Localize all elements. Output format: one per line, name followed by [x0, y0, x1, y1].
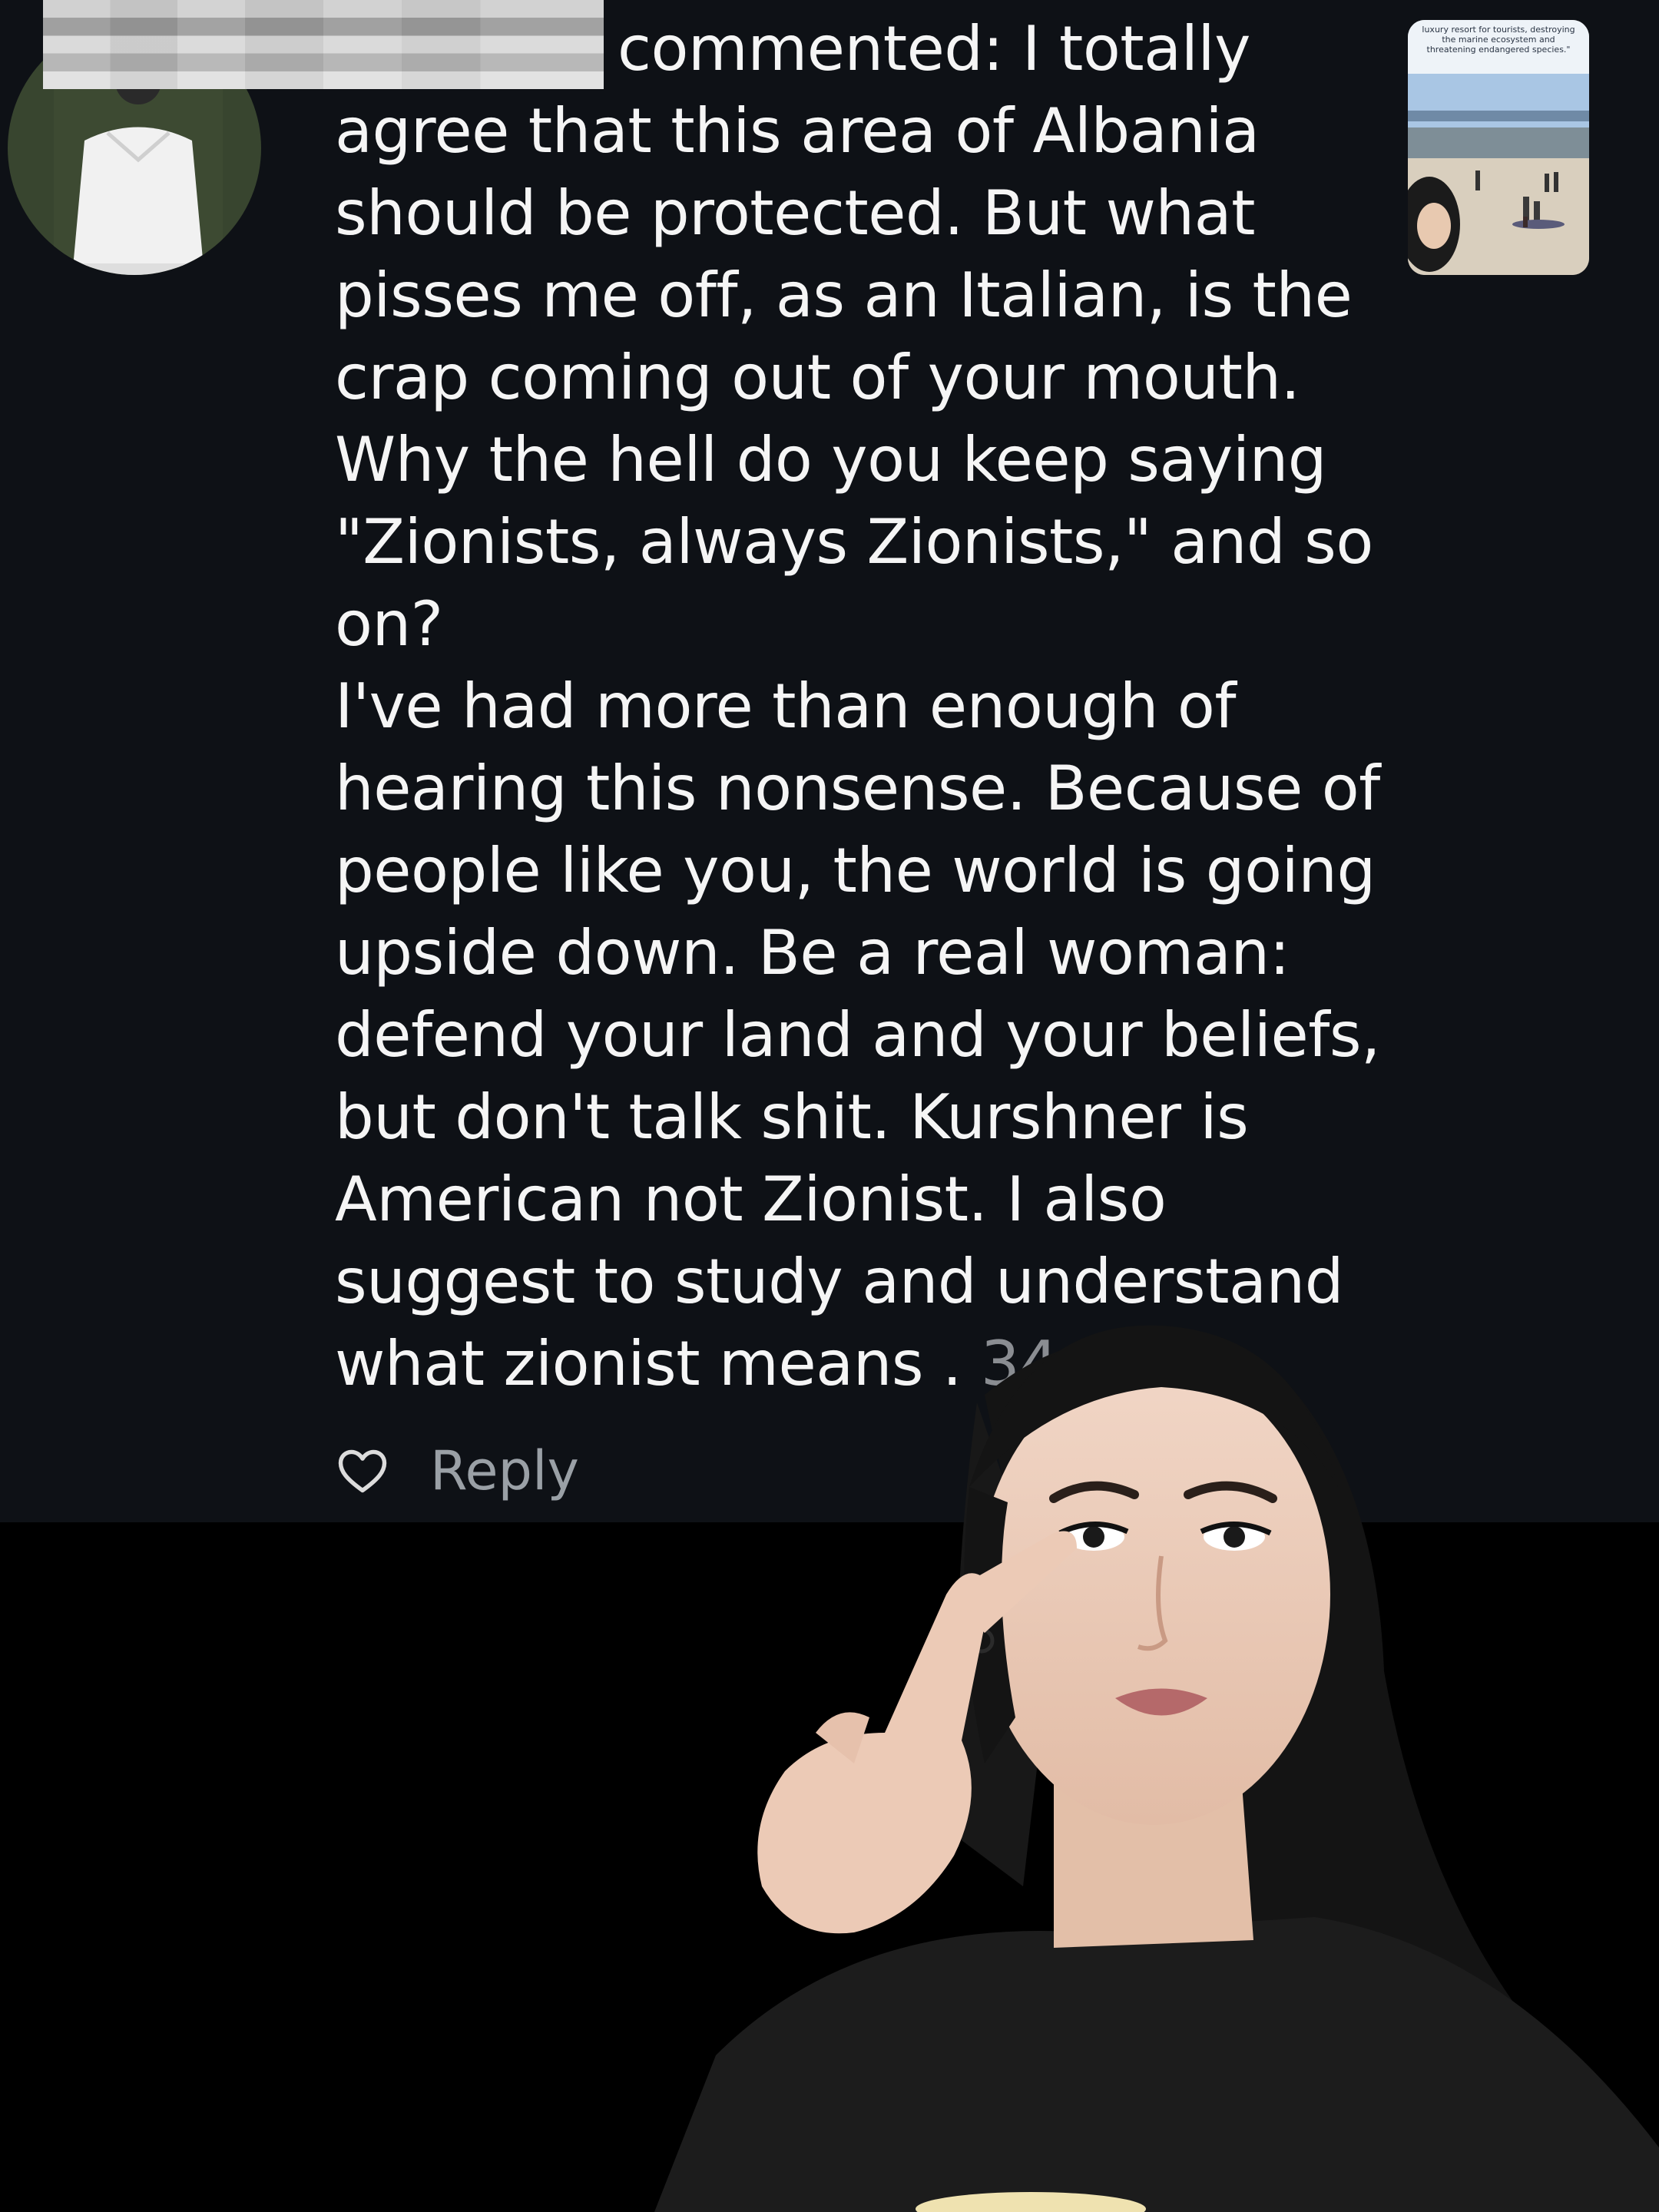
- thumbnail-image: [1408, 20, 1589, 275]
- comment-line: agree that this area of Albania: [335, 95, 1260, 167]
- comment-line: but don't talk shit. Kurshner is: [335, 1081, 1249, 1153]
- comment-line: commented: I totally: [618, 13, 1250, 84]
- comment-line: crap coming out of your mouth.: [335, 342, 1300, 413]
- avatar-person-image: [54, 68, 223, 275]
- comment-line: American not Zionist. I also: [335, 1164, 1167, 1235]
- comment-line: hearing this nonsense. Because of: [335, 753, 1380, 824]
- heart-outline-icon[interactable]: [335, 1443, 390, 1498]
- video-thumbnail[interactable]: luxury resort for tourists, destroying t…: [1408, 20, 1589, 275]
- comment-text: commented: I totally agree that this are…: [335, 8, 1380, 1405]
- thumbnail-caption: luxury resort for tourists, destroying t…: [1422, 25, 1575, 55]
- comment-line: upside down. Be a real woman:: [335, 917, 1290, 988]
- comment-line: Why the hell do you keep saying: [335, 424, 1327, 495]
- creator-video-overlay: [654, 1325, 1659, 2212]
- comment-line: should be protected. But what: [335, 177, 1255, 249]
- comment-line: I've had more than enough of: [335, 671, 1237, 742]
- comment-line: people like you, the world is going: [335, 835, 1376, 906]
- comment-line: pisses me off, as an Italian, is the: [335, 260, 1353, 331]
- comment-line: defend your land and your beliefs,: [335, 999, 1380, 1071]
- comment-actions: Reply: [335, 1438, 579, 1504]
- comment-line: "Zionists, always Zionists," and so: [335, 506, 1373, 578]
- comment-line: on?: [335, 588, 443, 660]
- reply-button[interactable]: Reply: [430, 1438, 579, 1504]
